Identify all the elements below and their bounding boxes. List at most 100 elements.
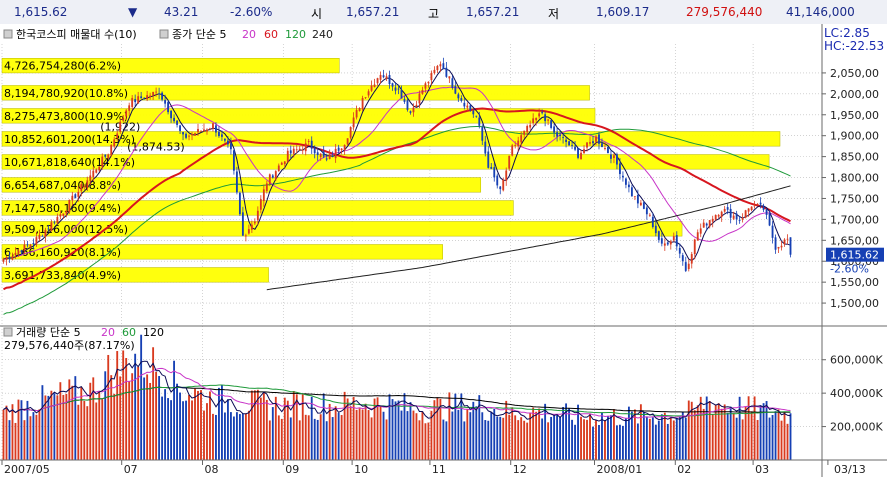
candle-body [589,142,591,144]
candle-body [283,161,286,165]
quote-change-pct: -2.60% [230,5,273,19]
candle-body [80,184,83,191]
volume-bar [32,412,35,460]
candle-body [319,153,322,158]
candle-body [448,76,451,79]
ma20-legend: 20 [242,28,256,41]
volume-bar [433,400,436,460]
volume-bar [116,351,119,460]
candle-body [361,98,364,110]
volume-profile-label: 10,671,818,640(14.1%) [4,156,135,169]
candle-body [200,130,202,132]
volume-bar [194,388,196,460]
volume-bar [630,411,633,460]
ma240-legend: 240 [312,28,333,41]
candle-body [412,107,415,113]
volume-bar [613,409,615,460]
volume-bar [268,420,271,460]
volume-bar [445,421,448,460]
volume-bar [657,420,660,460]
volume-bar [642,412,645,460]
volume-bar [466,408,469,460]
volume-bar [705,396,708,460]
candle-body [672,236,675,241]
volume-bar [122,350,125,460]
price-tick-label: 1,650,00 [830,234,879,247]
volume-bar [367,410,370,460]
candle-body [604,148,606,149]
quote-amount: 41,146,000 [786,5,855,19]
price-tick-label: 1,950,00 [830,109,879,122]
candle-body [762,206,765,210]
time-tick-label: 11 [432,463,446,476]
candle-body [586,142,588,148]
volume-bar [723,404,726,460]
candle-body [235,171,238,193]
chart-canvas[interactable]: 4,726,754,280(6.2%)8,194,780,920(10.8%)8… [0,24,887,477]
volume-profile-label: 4,726,754,280(6.2%) [4,60,121,73]
candle-body [409,111,412,113]
volume-bar [651,417,654,460]
volume-bar [645,416,648,460]
volume-bar [409,402,412,460]
candle-body [610,154,612,159]
candle-body [750,206,753,211]
volume-profile-label: 8,194,780,920(10.8%) [4,87,128,100]
candle-body [726,207,729,210]
time-tick-label: 09 [285,463,299,476]
candle-body [238,192,241,215]
volume-bar [167,398,170,460]
time-tick-label: 2007/05 [4,463,50,476]
volume-profile-label: 10,852,601,200(14.3%) [4,133,135,146]
candle-body [400,90,403,99]
candle-body [191,134,193,136]
volume-bar [687,400,690,460]
volume-bar [529,412,532,460]
candle-body [229,143,232,150]
candle-body [286,150,289,163]
candle-body [364,97,367,99]
volume-bar [238,414,241,460]
candle-body [466,105,469,108]
volume-bar [23,420,26,460]
candle-body [421,90,424,94]
volume-bar [553,415,556,460]
candle-body [502,179,505,191]
candle-body [262,189,265,202]
volume-bar [777,409,780,460]
volume-bar [298,420,301,460]
volume-bar [286,400,289,460]
candle-body [493,167,496,178]
candle-body [550,120,553,128]
candle-body [783,239,786,245]
candle-body [382,75,385,78]
volume-bar [86,406,89,460]
volume-bar [77,404,80,460]
volume-bar [604,420,606,460]
volume-bar [711,414,714,460]
candle-body [119,121,122,132]
candle-body [122,117,125,121]
volume-bar [209,391,211,460]
candle-body [681,255,684,262]
candle-body [32,242,35,245]
volume-bar [134,353,137,460]
candle-body [289,150,292,154]
volume-bar [170,400,172,460]
candle-body [53,222,56,224]
volume-bar [741,419,744,460]
candle-body [529,124,532,128]
candle-body [298,148,301,151]
candle-body [693,239,696,255]
volume-bar [113,393,116,460]
volume-bar [355,409,358,460]
candle-body [194,133,196,136]
volume-bar [179,392,181,460]
candle-body [11,256,14,260]
volume-bar [598,424,600,460]
candle-body [732,215,735,219]
candle-body [756,203,759,205]
volume-bar [215,414,217,460]
volume-bar [639,404,642,460]
volume-bar [352,397,355,460]
